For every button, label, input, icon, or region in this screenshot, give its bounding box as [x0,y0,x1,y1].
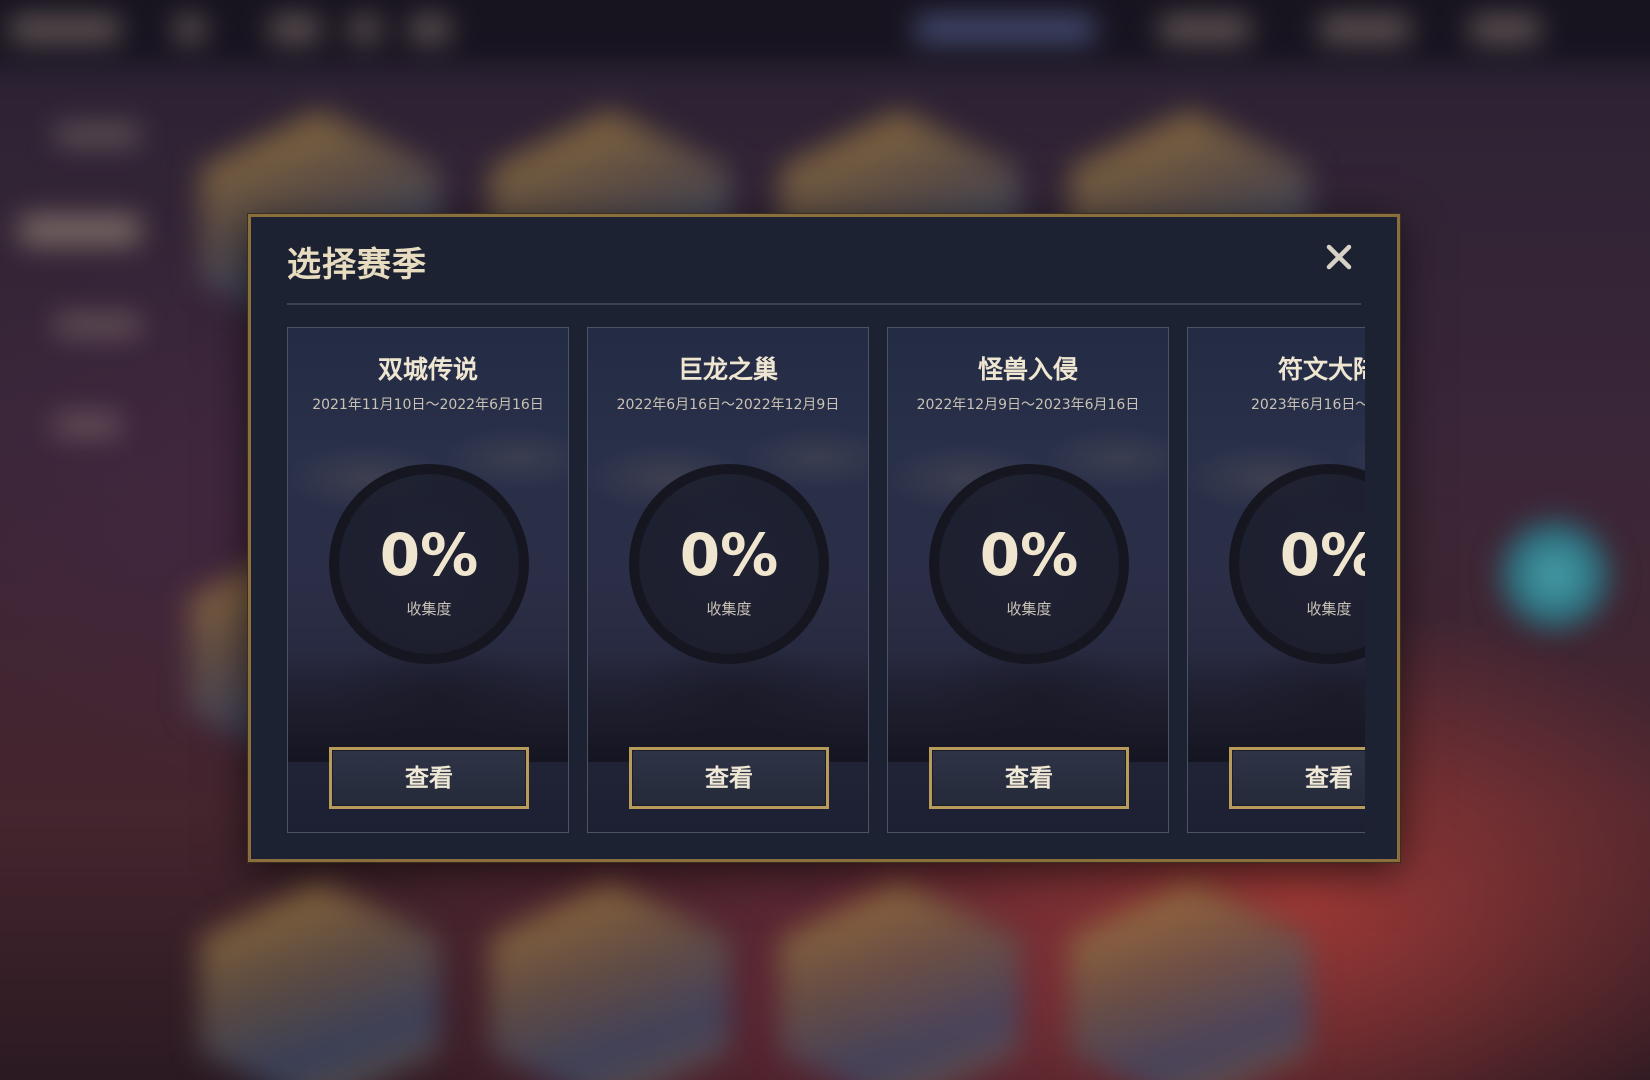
collection-percentage: 0% [379,521,479,589]
season-card: 符文大陆 2023年6月16日～2023 0% 收集度 查看 [1187,327,1365,833]
background-card [1070,880,1310,1080]
collection-progress-ring: 0% 收集度 [329,464,529,664]
season-card: 双城传说 2021年11月10日～2022年6月16日 0% 收集度 查看 [287,327,569,833]
season-card: 巨龙之巢 2022年6月16日～2022年12月9日 0% 收集度 查看 [587,327,869,833]
view-button[interactable]: 查看 [929,747,1129,809]
season-name: 符文大陆 [1277,355,1365,384]
modal-title: 选择赛季 [287,245,427,285]
view-button[interactable]: 查看 [1229,747,1365,809]
season-dates: 2021年11月10日～2022年6月16日 [312,397,544,413]
season-name: 双城传说 [377,355,478,384]
background-card [780,880,1020,1080]
collection-percentage: 0% [1279,521,1365,589]
close-button[interactable] [1319,237,1359,277]
view-button[interactable]: 查看 [629,747,829,809]
collection-percentage: 0% [679,521,779,589]
season-name: 怪兽入侵 [977,355,1078,384]
close-icon [1326,244,1352,270]
season-select-modal: 选择赛季 双城传说 2021年11月10日～2022年6月16日 0% 收集度 … [248,214,1400,862]
season-cards-viewport[interactable]: 双城传说 2021年11月10日～2022年6月16日 0% 收集度 查看 巨龙… [287,327,1365,835]
background-card [200,880,440,1080]
collection-label: 收集度 [406,600,452,618]
modal-header: 选择赛季 [287,217,1361,305]
season-name: 巨龙之巢 [677,355,778,384]
view-button[interactable]: 查看 [329,747,529,809]
collection-percentage: 0% [979,521,1079,589]
collection-label: 收集度 [1306,600,1352,618]
season-card: 怪兽入侵 2022年12月9日～2023年6月16日 0% 收集度 查看 [887,327,1169,833]
collection-progress-ring: 0% 收集度 [629,464,829,664]
season-dates: 2022年12月9日～2023年6月16日 [916,397,1140,413]
season-dates: 2022年6月16日～2022年12月9日 [616,397,840,413]
background-orb [1500,520,1610,630]
season-cards-row: 双城传说 2021年11月10日～2022年6月16日 0% 收集度 查看 巨龙… [287,327,1365,835]
background-card [490,880,730,1080]
season-dates: 2023年6月16日～2023 [1251,397,1365,413]
collection-label: 收集度 [1006,600,1052,618]
top-navigation-bar [0,0,1650,65]
collection-label: 收集度 [706,600,752,618]
collection-progress-ring: 0% 收集度 [929,464,1129,664]
